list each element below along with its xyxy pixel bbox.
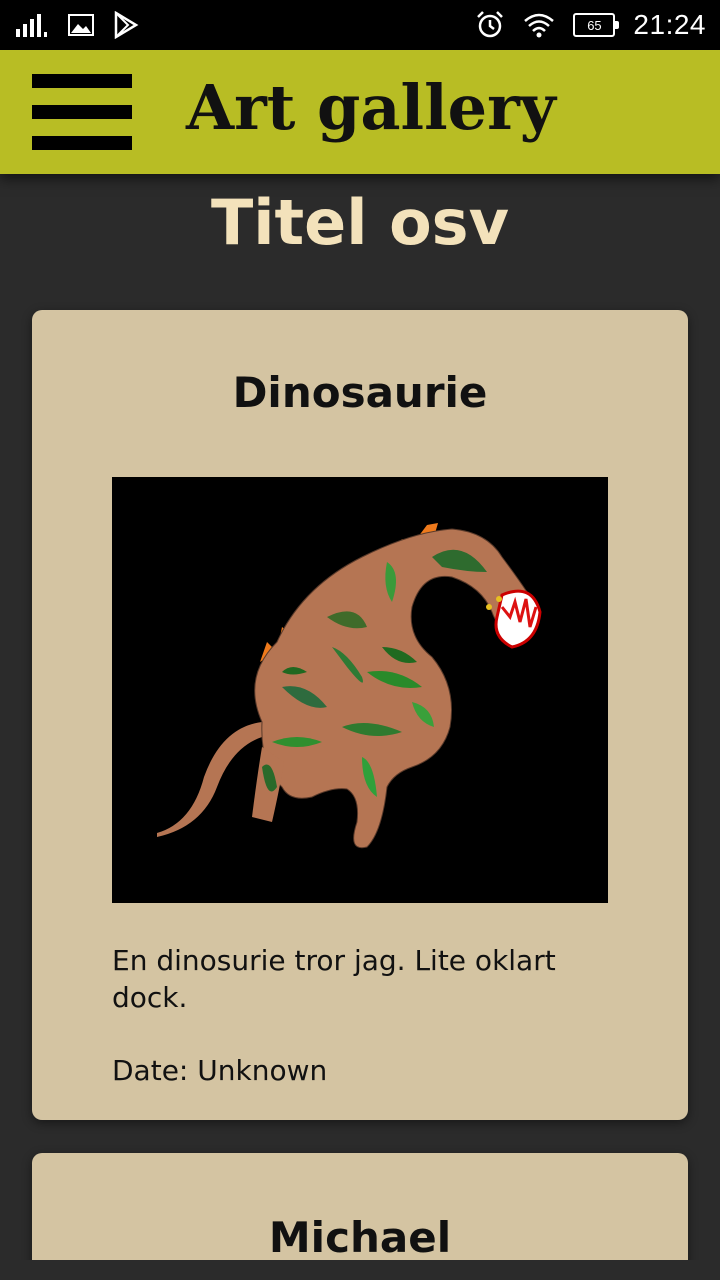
signal-icon (16, 14, 47, 37)
app-bar: Art gallery (0, 50, 720, 174)
wifi-icon (524, 13, 555, 38)
play-store-icon (114, 11, 139, 39)
artwork-title: Dinosaurie (232, 368, 488, 417)
clock: 21:24 (633, 9, 706, 40)
artwork-card[interactable]: Dinosaurie En dinosurie tror jag. Lite o… (32, 310, 688, 1120)
artwork-description: En dinosurie tror jag. Lite oklart dock. (112, 944, 556, 1014)
artwork-date: Date: Unknown (112, 1054, 328, 1087)
menu-bar-line (32, 74, 132, 88)
menu-bar-line (32, 105, 132, 119)
menu-bar-line (32, 136, 132, 150)
image-icon (68, 14, 94, 36)
status-left-icons (16, 11, 140, 39)
battery-level: 65 (587, 17, 602, 33)
artwork-image[interactable] (112, 477, 608, 903)
alarm-icon (477, 11, 504, 38)
battery-icon: 65 (573, 13, 620, 37)
hamburger-menu-icon[interactable] (32, 74, 132, 150)
artwork-title: Michael (268, 1213, 452, 1262)
app-title: Art gallery (186, 71, 556, 144)
page-title: Titel osv (211, 186, 509, 259)
status-right-icons: 65 21:24 (475, 9, 706, 41)
bottom-edge (0, 1260, 720, 1280)
status-bar: 65 21:24 (0, 0, 720, 50)
dinosaur-drawing (157, 523, 542, 849)
